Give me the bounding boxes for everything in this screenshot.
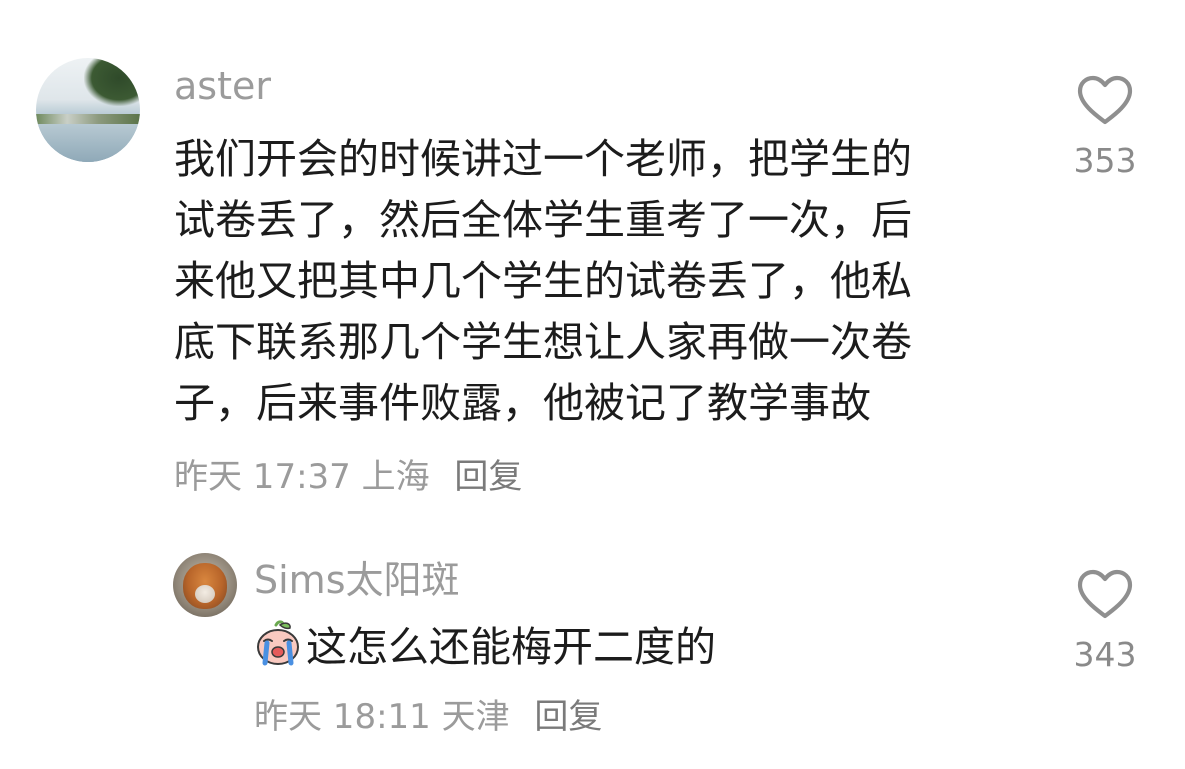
comment-text-line: 子，后来事件败露，他被记了教学事故 (174, 379, 871, 427)
comment-username[interactable]: aster (174, 67, 271, 105)
heart-outline-icon (1077, 569, 1133, 619)
like-button[interactable]: 353 (1065, 74, 1145, 177)
reply-text[interactable]: 这怎么还能梅开二度的 (254, 617, 716, 678)
like-count: 353 (1073, 141, 1137, 180)
avatar[interactable] (36, 58, 140, 162)
reply-text-content: 这怎么还能梅开二度的 (306, 623, 716, 671)
comment-text-line: 来他又把其中几个学生的试卷丢了，他私 (174, 257, 912, 305)
comment-meta: 昨天 17:37 上海 回复 (174, 460, 522, 494)
reply-username[interactable]: Sims太阳斑 (254, 561, 460, 599)
reply-time: 昨天 18:11 (254, 697, 431, 737)
comment-thread: aster 我们开会的时候讲过一个老师，把学生的 试卷丢了，然后全体学生重考了一… (0, 0, 1185, 769)
comment-text-line: 我们开会的时候讲过一个老师，把学生的 (174, 135, 912, 183)
comment-text[interactable]: 我们开会的时候讲过一个老师，把学生的 试卷丢了，然后全体学生重考了一次，后 来他… (174, 129, 912, 434)
comment-time: 昨天 17:37 (174, 457, 351, 497)
comment-text-line: 试卷丢了，然后全体学生重考了一次，后 (174, 196, 912, 244)
comment-location: 上海 (361, 457, 430, 497)
like-count: 343 (1073, 635, 1137, 674)
reply-button[interactable]: 回复 (534, 697, 602, 737)
comment-text-line: 底下联系那几个学生想让人家再做一次卷 (174, 318, 912, 366)
reply-button[interactable]: 回复 (454, 457, 522, 497)
avatar[interactable] (173, 553, 237, 617)
heart-outline-icon (1077, 75, 1133, 125)
crying-peach-emoji (254, 619, 302, 667)
reply-meta: 昨天 18:11 天津 回复 (254, 700, 602, 734)
reply-location: 天津 (441, 697, 510, 737)
like-button[interactable]: 343 (1065, 568, 1145, 671)
